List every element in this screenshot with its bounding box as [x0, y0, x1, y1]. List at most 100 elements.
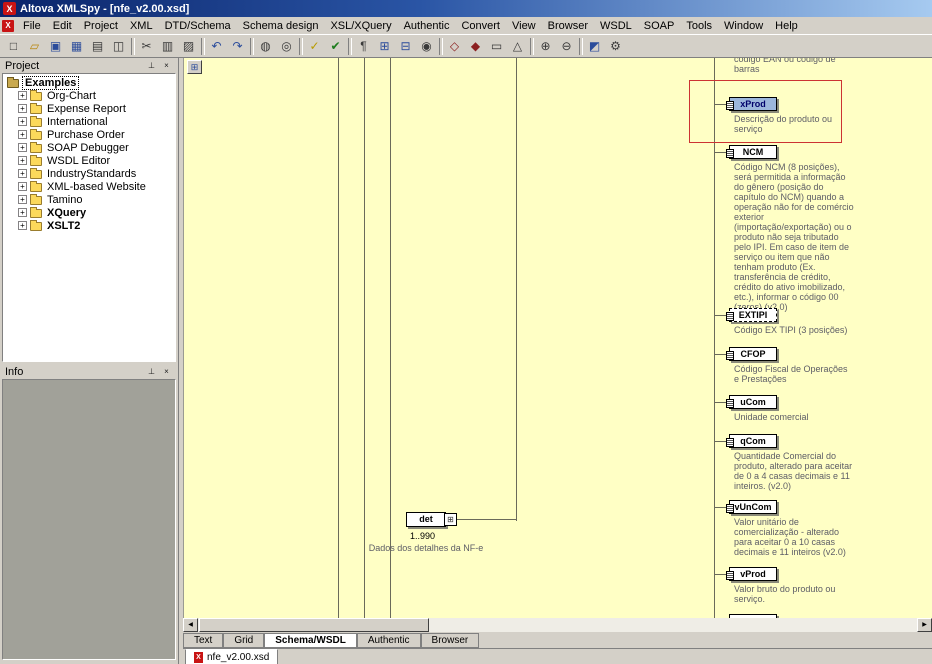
open-file-icon[interactable]: ▱	[24, 37, 45, 56]
view-tab[interactable]: Text	[183, 633, 223, 648]
element-box-vProd[interactable]: vProd	[729, 567, 777, 581]
close-icon[interactable]: ×	[160, 366, 173, 378]
schema-row-xProd: xProd Descrição do produto ou serviço	[714, 97, 864, 134]
undo-icon[interactable]: ↶	[206, 37, 227, 56]
project-tree-item[interactable]: + WSDL Editor	[5, 154, 175, 167]
menu-item[interactable]: XSL/XQuery	[324, 19, 397, 33]
element-box-NCM[interactable]: NCM	[729, 145, 777, 159]
element-box-vUnCom[interactable]: vUnCom	[729, 500, 777, 514]
xmlspy-window: X Altova XMLSpy - [nfe_v2.00.xsd] X File…	[0, 0, 932, 664]
project-tree-item[interactable]: + XML-based Website	[5, 180, 175, 193]
expand-plus-icon[interactable]: +	[18, 130, 27, 139]
schema-root-button[interactable]: ⊞	[187, 60, 202, 74]
paste-icon[interactable]: ▨	[178, 37, 199, 56]
info-panel-header: Info ⊥ ×	[2, 364, 176, 379]
menu-item[interactable]: Schema design	[237, 19, 325, 33]
view-tab[interactable]: Authentic	[357, 633, 421, 648]
horizontal-scrollbar[interactable]: ◀ ▶	[183, 618, 932, 632]
element-box-qCom[interactable]: qCom	[729, 434, 777, 448]
folder-icon	[30, 157, 42, 166]
tree-item-label: Org-Chart	[45, 90, 98, 102]
project-tree-item[interactable]: + Org-Chart	[5, 89, 175, 102]
expand-plus-icon[interactable]: +	[18, 156, 27, 165]
expand-plus-icon[interactable]: +	[18, 117, 27, 126]
schema-view-icon[interactable]: ⊟	[395, 37, 416, 56]
cut-icon[interactable]: ✂	[136, 37, 157, 56]
zoom-in-icon[interactable]: ⊕	[535, 37, 556, 56]
content-model-icon[interactable]: ⊞	[444, 513, 457, 526]
scroll-left-button[interactable]: ◀	[183, 618, 198, 632]
project-tree-item[interactable]: + International	[5, 115, 175, 128]
print-preview-icon[interactable]: ◫	[108, 37, 129, 56]
expand-plus-icon[interactable]: +	[18, 91, 27, 100]
attribute-icon[interactable]: ◆	[465, 37, 486, 56]
browser-view-icon[interactable]: ◉	[416, 37, 437, 56]
database-icon[interactable]: ◩	[584, 37, 605, 56]
project-tree-item[interactable]: + Expense Report	[5, 102, 175, 115]
copy-icon[interactable]: ▥	[157, 37, 178, 56]
file-tab[interactable]: X nfe_v2.00.xsd	[185, 649, 278, 664]
project-tree-item[interactable]: + Purchase Order	[5, 128, 175, 141]
project-tree-root[interactable]: Examples	[5, 76, 175, 89]
project-tree-item[interactable]: + XQuery	[5, 206, 175, 219]
element-box-det[interactable]: det	[406, 512, 446, 527]
check-wellformed-icon[interactable]: ✓	[304, 37, 325, 56]
expand-plus-icon[interactable]: +	[18, 182, 27, 191]
sequence-icon[interactable]: ▭	[486, 37, 507, 56]
close-icon[interactable]: ×	[160, 60, 173, 72]
expand-plus-icon[interactable]: +	[18, 169, 27, 178]
element-box-xProd[interactable]: xProd	[729, 97, 777, 111]
choice-icon[interactable]: △	[507, 37, 528, 56]
print-icon[interactable]: ▤	[87, 37, 108, 56]
menu-item[interactable]: Edit	[47, 19, 78, 33]
view-tab[interactable]: Browser	[421, 633, 480, 648]
validate-icon[interactable]: ✔	[325, 37, 346, 56]
expand-plus-icon[interactable]: +	[18, 104, 27, 113]
expand-plus-icon[interactable]: +	[18, 221, 27, 230]
view-tab[interactable]: Grid	[223, 633, 264, 648]
zoom-out-icon[interactable]: ⊖	[556, 37, 577, 56]
menu-item[interactable]: Project	[78, 19, 124, 33]
scrollbar-thumb[interactable]	[199, 618, 429, 632]
expand-plus-icon[interactable]: +	[18, 208, 27, 217]
find-icon[interactable]: ◍	[255, 37, 276, 56]
menu-item[interactable]: View	[506, 19, 542, 33]
text-view-icon[interactable]: ¶	[353, 37, 374, 56]
menu-item[interactable]: Window	[718, 19, 769, 33]
menu-item[interactable]: Tools	[680, 19, 718, 33]
element-box-EXTIPI[interactable]: EXTIPI	[729, 308, 777, 322]
element-box-CFOP[interactable]: CFOP	[729, 347, 777, 361]
element-icon[interactable]: ◇	[444, 37, 465, 56]
menu-item[interactable]: WSDL	[594, 19, 638, 33]
find-next-icon[interactable]: ◎	[276, 37, 297, 56]
element-annotation: Unidade comercial	[734, 412, 854, 422]
project-tree-item[interactable]: + Tamino	[5, 193, 175, 206]
menu-item[interactable]: Browser	[542, 19, 594, 33]
menu-item[interactable]: DTD/Schema	[159, 19, 237, 33]
grid-view-icon[interactable]: ⊞	[374, 37, 395, 56]
redo-icon[interactable]: ↷	[227, 37, 248, 56]
pin-icon[interactable]: ⊥	[145, 366, 158, 378]
schema-row-uCom: uCom Unidade comercial	[714, 395, 864, 422]
settings-icon[interactable]: ⚙	[605, 37, 626, 56]
project-tree-item[interactable]: + IndustryStandards	[5, 167, 175, 180]
menu-item[interactable]: File	[17, 19, 47, 33]
element-annotation: Valor unitário de comercialização - alte…	[734, 517, 854, 557]
menu-item[interactable]: XML	[124, 19, 159, 33]
scroll-right-button[interactable]: ▶	[917, 618, 932, 632]
save-all-icon[interactable]: ▦	[66, 37, 87, 56]
menu-item[interactable]: Convert	[455, 19, 506, 33]
project-tree-item[interactable]: + SOAP Debugger	[5, 141, 175, 154]
project-tree-item[interactable]: + XSLT2	[5, 219, 175, 232]
expand-plus-icon[interactable]: +	[18, 143, 27, 152]
menu-item[interactable]: Help	[769, 19, 804, 33]
save-file-icon[interactable]: ▣	[45, 37, 66, 56]
menu-item[interactable]: SOAP	[638, 19, 681, 33]
pin-icon[interactable]: ⊥	[145, 60, 158, 72]
element-box-uCom[interactable]: uCom	[729, 395, 777, 409]
view-tab[interactable]: Schema/WSDL	[264, 633, 357, 648]
document-icon[interactable]: X	[2, 20, 14, 32]
menu-item[interactable]: Authentic	[398, 19, 456, 33]
new-file-icon[interactable]: □	[3, 37, 24, 56]
expand-plus-icon[interactable]: +	[18, 195, 27, 204]
